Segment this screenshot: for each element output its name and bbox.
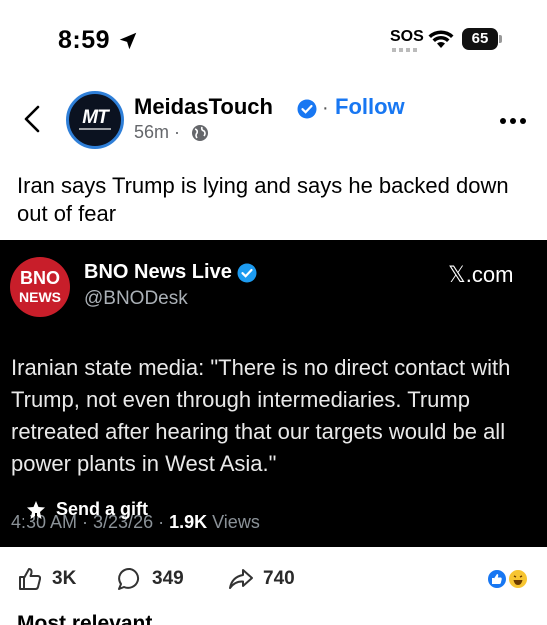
like-button[interactable]: 3K [17, 560, 87, 596]
battery-cap [499, 35, 502, 43]
send-gift-label: Send a gift [56, 499, 149, 519]
verified-badge-icon [297, 99, 317, 119]
share-button[interactable]: 740 [228, 560, 313, 596]
share-arrow-icon [229, 569, 253, 589]
sos-indicator: SOS [390, 28, 424, 45]
globe-icon [192, 125, 208, 141]
source-label: 𝕏.com [448, 262, 514, 287]
page-avatar[interactable]: MT [66, 91, 124, 149]
avatar-logo-underline [79, 128, 111, 130]
comment-bubble-icon [118, 567, 140, 590]
bno-logo: BNO NEWS [10, 257, 70, 317]
follow-button[interactable]: Follow [335, 94, 405, 120]
haha-reaction-icon[interactable] [507, 568, 529, 590]
embed-body-text: Iranian state media: "There is no direct… [11, 355, 511, 476]
avatar-logo-text: MT [82, 107, 108, 128]
more-options-icon[interactable] [499, 117, 527, 125]
comment-button[interactable]: 349 [117, 560, 202, 596]
laughing-face-icon [513, 575, 523, 585]
embed-handle: @BNODesk [84, 288, 188, 309]
gift-icon [27, 501, 45, 521]
verified-badge-icon [237, 263, 257, 283]
bno-logo-bottom: NEWS [19, 289, 61, 305]
comments-sort-label[interactable]: Most relevant [17, 612, 152, 625]
status-bar: 8:59 SOS 65 [0, 0, 547, 80]
back-arrow-icon[interactable] [20, 104, 44, 134]
thumbs-up-icon [492, 574, 502, 584]
thumbs-up-icon [19, 568, 42, 590]
location-arrow-icon [119, 32, 137, 50]
share-count: 740 [263, 568, 295, 589]
like-reaction-icon[interactable] [486, 568, 508, 590]
embed-views-label: Views [207, 512, 260, 532]
battery-indicator: 65 [462, 28, 498, 50]
post-author-name[interactable]: MeidasTouch [134, 94, 273, 120]
comment-count: 349 [152, 568, 184, 589]
signal-dots-icon [392, 48, 420, 52]
send-gift-button[interactable]: Send a gift [24, 499, 148, 525]
embedded-post-card[interactable]: BNO NEWS BNO News Live @BNODesk 𝕏.com Ir… [0, 240, 547, 547]
separator-dot: · [322, 97, 329, 119]
embed-views-count: 1.9K [169, 512, 208, 532]
status-time: 8:59 [58, 26, 111, 54]
post-time: 56m · [134, 122, 181, 142]
embed-author-name: BNO News Live [84, 261, 232, 283]
post-actions: 3K 349 740 [0, 560, 547, 596]
wifi-icon [428, 30, 454, 48]
bno-logo-top: BNO [20, 268, 60, 288]
post-text: Iran says Trump is lying and says he bac… [17, 173, 509, 226]
like-count: 3K [52, 568, 77, 589]
